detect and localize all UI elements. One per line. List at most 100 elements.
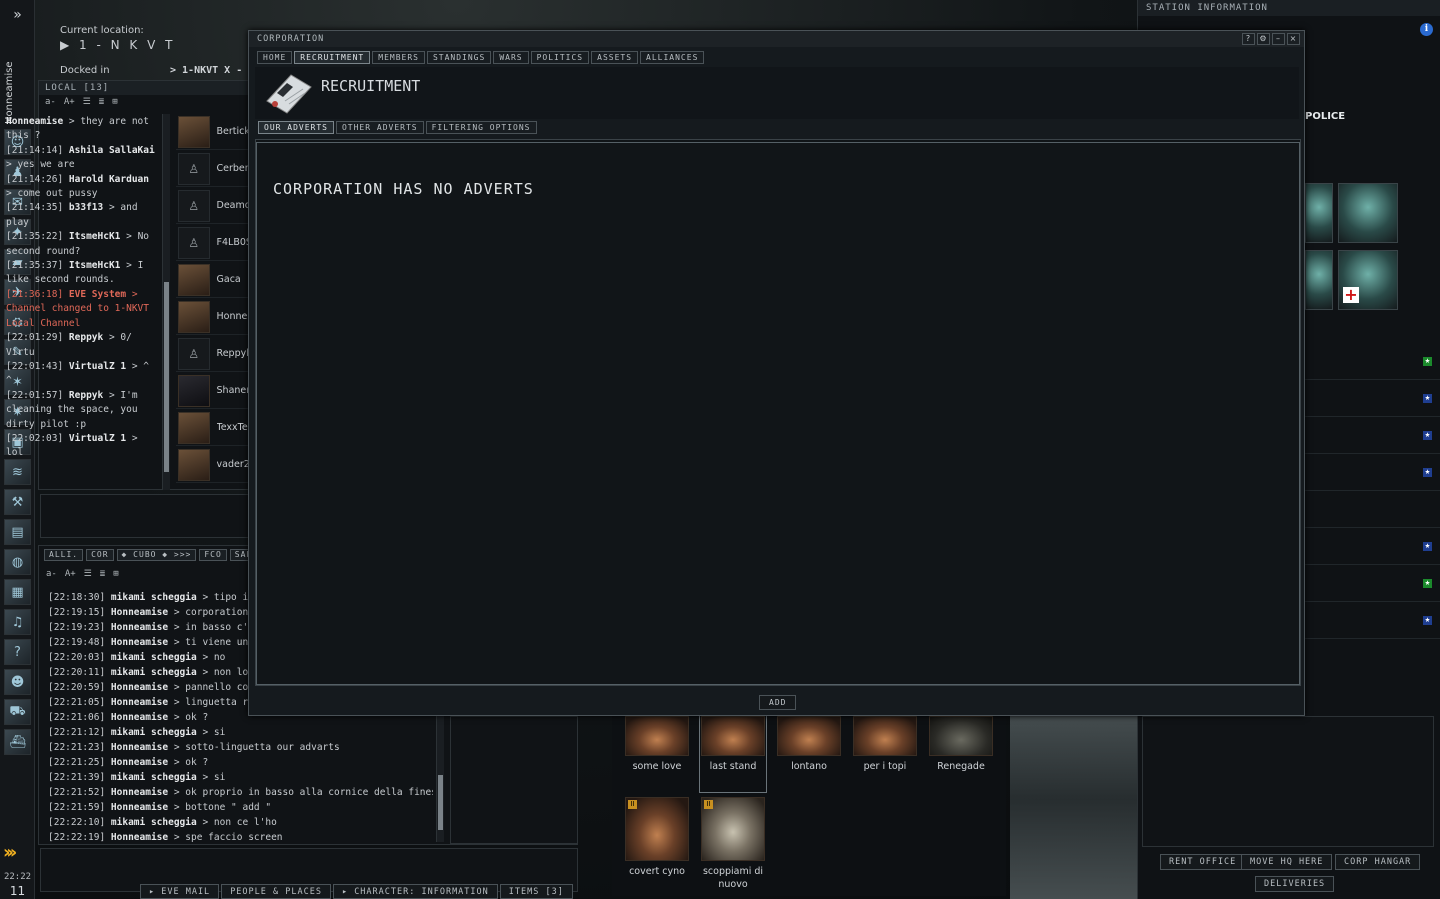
ship-item[interactable]: lontano	[776, 716, 842, 773]
add-advert-button[interactable]: ADD	[759, 695, 797, 710]
font-larger-button[interactable]: A+	[65, 569, 76, 579]
tab-home[interactable]: HOME	[257, 51, 293, 64]
chat-sender[interactable]: Honneamise	[111, 622, 168, 633]
channel-tab[interactable]: ALLI.	[44, 549, 84, 561]
medical-service-icon[interactable]: +	[1338, 250, 1398, 310]
taskbar-people-places[interactable]: PEOPLE & PLACES	[221, 884, 331, 899]
ship-item[interactable]: some love	[624, 716, 690, 773]
station-info-title[interactable]: STATION INFORMATION	[1138, 0, 1440, 16]
info-icon[interactable]: i	[1420, 23, 1433, 36]
chat-sender[interactable]: Harold Karduan	[69, 174, 149, 185]
font-smaller-button[interactable]: a-	[46, 569, 57, 579]
tab-assets[interactable]: ASSETS	[591, 51, 639, 64]
tab-alliances[interactable]: ALLIANCES	[640, 51, 705, 64]
ship-item[interactable]: II covert cyno	[624, 797, 690, 878]
industry-icon[interactable]: ⚒	[4, 489, 31, 515]
route-text[interactable]: > 1-NKVT X - I	[170, 65, 254, 76]
chat-sender[interactable]: Honneamise	[6, 116, 63, 127]
settings-button[interactable]: ⚙	[1257, 33, 1270, 45]
taskbar-eve-mail[interactable]: ▸ EVE MAIL	[140, 884, 220, 899]
chat-sender[interactable]: VirtualZ 1	[69, 361, 126, 372]
ship-item[interactable]: Renegade	[928, 716, 994, 773]
corp-hangar-button[interactable]: CORP HANGAR	[1335, 854, 1421, 870]
chat-sender[interactable]: mikami scheggia	[111, 652, 197, 663]
items-hangar-icon[interactable]: ⛴	[4, 729, 31, 755]
local-chat-scrollbar[interactable]	[162, 114, 170, 490]
font-smaller-button[interactable]: a-	[45, 97, 56, 107]
chat-sender[interactable]: Honneamise	[111, 832, 168, 843]
help-button[interactable]: ?	[1242, 33, 1255, 45]
chat-sender[interactable]: mikami scheggia	[111, 817, 197, 828]
system-name[interactable]: 1 - N K V T	[79, 38, 175, 52]
tab-our-adverts[interactable]: OUR ADVERTS	[258, 121, 334, 134]
service-row[interactable]: ★	[1305, 417, 1440, 454]
location-system[interactable]: ▶ 1 - N K V T	[60, 38, 175, 52]
member-row[interactable]: vader2	[176, 447, 248, 483]
chat-sender[interactable]: ItsmeHcK1	[69, 260, 120, 271]
ship-item[interactable]: II scoppiami di nuovo	[700, 797, 766, 891]
service-row[interactable]	[1305, 491, 1440, 528]
chat-sender[interactable]: Honneamise	[111, 742, 168, 753]
help-icon[interactable]: ?	[4, 639, 31, 665]
tab-wars[interactable]: WARS	[493, 51, 529, 64]
move-hq-button[interactable]: MOVE HQ HERE	[1241, 854, 1333, 870]
chat-sender[interactable]: Reppyk	[69, 332, 103, 343]
channel-tab[interactable]: COR	[86, 549, 114, 561]
member-row[interactable]: TexxTe	[176, 410, 248, 446]
chat-sender[interactable]: mikami scheggia	[111, 727, 197, 738]
member-row[interactable]: ♙Cerberu	[176, 151, 248, 187]
certificates-icon[interactable]: ▦	[4, 579, 31, 605]
service-row[interactable]: ★	[1305, 454, 1440, 491]
font-larger-button[interactable]: A+	[64, 97, 75, 107]
chat-sender[interactable]: Honneamise	[111, 682, 168, 693]
expand-arrows-icon[interactable]: ›››	[3, 842, 33, 863]
member-row[interactable]: ♙Deamor	[176, 188, 248, 224]
local-chat-title[interactable]: LOCAL [13]	[39, 81, 249, 95]
calculator-icon[interactable]: ▤	[4, 519, 31, 545]
chat-sender[interactable]: Honneamise	[111, 607, 168, 618]
service-icon-partial[interactable]	[1305, 183, 1333, 243]
contracts-icon[interactable]: ☻	[4, 669, 31, 695]
list-view-icon[interactable]: ☰	[84, 569, 92, 579]
minimize-button[interactable]: –	[1272, 33, 1285, 45]
tab-other-adverts[interactable]: OTHER ADVERTS	[335, 121, 424, 134]
details-view-icon[interactable]: ≣	[100, 569, 105, 579]
service-row[interactable]: ★	[1305, 343, 1440, 380]
audio-icon[interactable]: ♫	[4, 609, 31, 635]
member-row[interactable]: Honnea	[176, 299, 248, 335]
browser-icon[interactable]: ◍	[4, 549, 31, 575]
neocom-toggle-button[interactable]: »	[0, 0, 35, 30]
tab-standings[interactable]: STANDINGS	[426, 51, 492, 64]
chat-sender[interactable]: mikami scheggia	[111, 667, 197, 678]
rent-office-button[interactable]: RENT OFFICE	[1160, 854, 1246, 870]
taskbar-character-info[interactable]: ▸ CHARACTER: INFORMATION	[332, 884, 498, 899]
chat-sender[interactable]: ItsmeHcK1	[69, 231, 120, 242]
member-row[interactable]: Bertick	[176, 114, 248, 150]
tab-filtering-options[interactable]: FILTERING OPTIONS	[425, 121, 537, 134]
service-icon-partial[interactable]	[1305, 250, 1333, 310]
tab-recruitment[interactable]: RECRUITMENT	[294, 51, 371, 64]
chat-sender[interactable]: Honneamise	[111, 637, 168, 648]
service-row[interactable]: ★	[1305, 380, 1440, 417]
member-row[interactable]: Shaner	[176, 373, 248, 409]
member-row[interactable]: ♙Reppyk	[176, 336, 248, 372]
market-icon[interactable]: ≋	[4, 459, 31, 485]
scrollbar-thumb[interactable]	[438, 775, 443, 830]
chat-sender[interactable]: Honneamise	[111, 697, 168, 708]
member-row[interactable]: Gaca	[176, 262, 248, 298]
portrait-view-icon[interactable]: ⊞	[113, 569, 118, 579]
ship-hangar-icon[interactable]: ⛟	[4, 699, 31, 725]
repair-service-icon[interactable]	[1338, 183, 1398, 243]
taskbar-items[interactable]: ITEMS [3]	[499, 884, 573, 899]
close-button[interactable]: ×	[1287, 33, 1300, 45]
chat-sender[interactable]: Honneamise	[111, 802, 168, 813]
chat-sender[interactable]: mikami scheggia	[111, 772, 197, 783]
portrait-view-icon[interactable]: ⊞	[112, 97, 117, 107]
service-row[interactable]: ★	[1305, 602, 1440, 639]
chat-sender[interactable]: mikami scheggia	[111, 592, 197, 603]
chat-sender[interactable]: Honneamise	[111, 757, 168, 768]
chat-sender[interactable]: b33f13	[69, 202, 103, 213]
scrollbar-thumb[interactable]	[164, 282, 169, 472]
tab-politics[interactable]: POLITICS	[530, 51, 590, 64]
chat-sender[interactable]: Ashila SallaKai	[69, 145, 155, 156]
